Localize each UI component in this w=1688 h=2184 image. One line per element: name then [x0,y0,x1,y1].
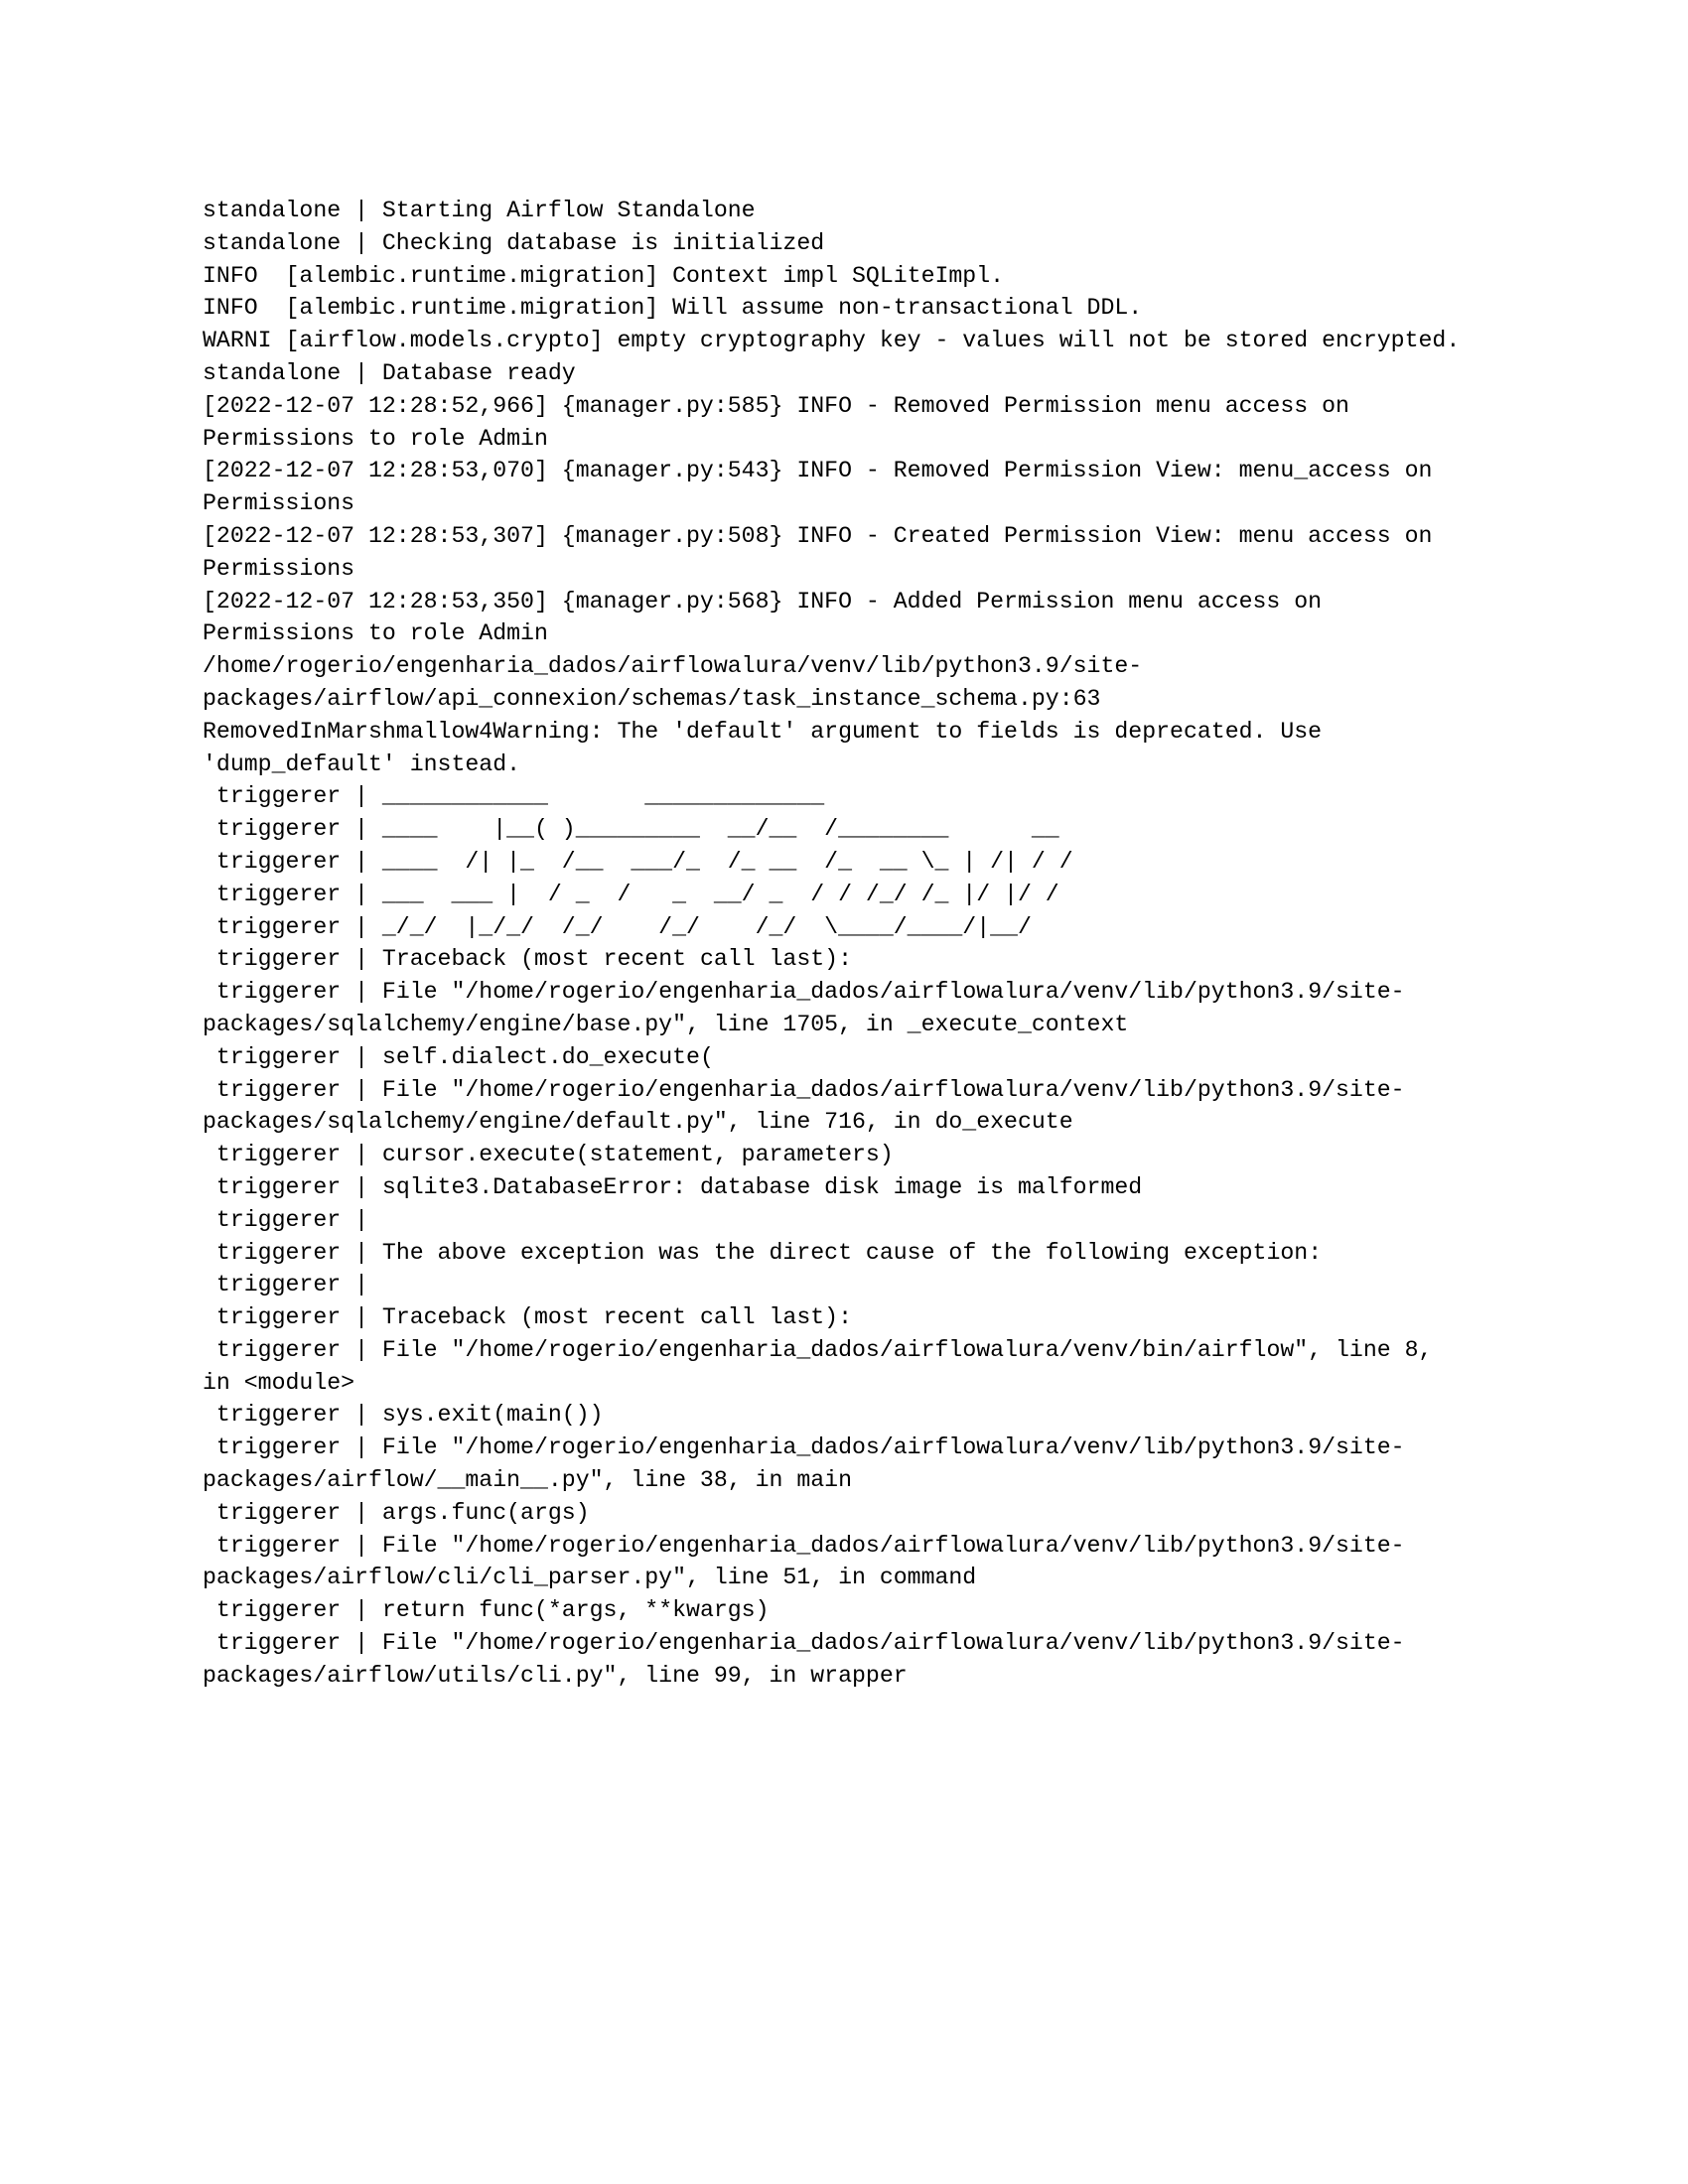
log-line: triggerer | The above exception was the … [203,1239,1323,1266]
log-line: triggerer | File "/home/rogerio/engenhar… [203,1336,1447,1396]
log-line: triggerer | Traceback (most recent call … [203,946,853,973]
log-line: INFO [alembic.runtime.migration] Will as… [203,295,1143,322]
log-line: triggerer | File "/home/rogerio/engenhar… [203,1532,1405,1591]
log-line: triggerer | File "/home/rogerio/engenhar… [203,979,1405,1037]
ascii-banner-line: triggerer | ____ /| |_ /__ ___/_ /_ __ /… [203,848,1073,875]
ascii-banner-line: triggerer | ____ |__( )_________ __/__ /… [203,816,1059,843]
log-line: WARNI [airflow.models.crypto] empty cryp… [203,328,1461,354]
log-line: [2022-12-07 12:28:52,966] {manager.py:58… [203,392,1363,452]
log-line: /home/rogerio/engenharia_dados/airflowal… [203,653,1336,777]
log-line: standalone | Starting Airflow Standalone [203,198,756,223]
ascii-banner-line: triggerer | ____________ _____________ [203,783,825,810]
log-line: triggerer | [203,1206,368,1233]
log-line: triggerer | sys.exit(main()) [203,1402,604,1429]
log-line: standalone | Database ready [203,359,576,386]
log-line: [2022-12-07 12:28:53,070] {manager.py:54… [203,458,1447,517]
log-line: triggerer | args.func(args) [203,1499,590,1526]
log-line: triggerer | return func(*args, **kwargs) [203,1597,770,1624]
log-line: [2022-12-07 12:28:53,350] {manager.py:56… [203,588,1336,647]
ascii-banner-line: triggerer | _/_/ |_/_/ /_/ /_/ /_/ \____… [203,913,1032,940]
log-line: INFO [alembic.runtime.migration] Context… [203,262,1005,289]
log-line: [2022-12-07 12:28:53,307] {manager.py:50… [203,522,1447,582]
log-line: triggerer | File "/home/rogerio/engenhar… [203,1434,1405,1494]
log-line: triggerer | sqlite3.DatabaseError: datab… [203,1173,1143,1200]
log-line: triggerer | [203,1272,368,1298]
log-line: triggerer | Traceback (most recent call … [203,1304,853,1331]
terminal-log-output: standalone | Starting Airflow Standalone… [203,195,1466,1693]
log-line: triggerer | cursor.execute(statement, pa… [203,1142,894,1168]
ascii-banner-line: triggerer | ___ ___ | / _ / _ __/ _ / / … [203,881,1059,907]
log-line: triggerer | self.dialect.do_execute( [203,1043,714,1070]
log-line: standalone | Checking database is initia… [203,229,825,256]
log-line: triggerer | File "/home/rogerio/engenhar… [203,1630,1405,1689]
log-line: triggerer | File "/home/rogerio/engenhar… [203,1076,1405,1136]
page-canvas: standalone | Starting Airflow Standalone… [0,0,1688,2184]
